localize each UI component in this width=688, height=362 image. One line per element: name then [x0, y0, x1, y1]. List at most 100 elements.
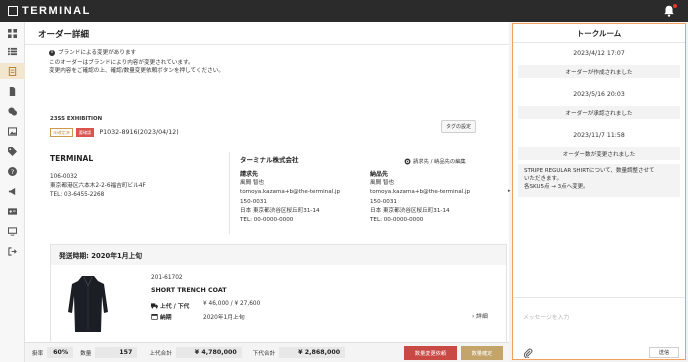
calendar-icon: [151, 314, 158, 320]
shipping-postal: 150-0031: [370, 198, 397, 205]
upper-total-label: 上代合計: [149, 350, 172, 357]
billing-tel: TEL: 00-0000-0000: [240, 217, 294, 224]
chat-message: STRIPE REGULAR SHIRTについて、数量調整させて いただきます。…: [518, 164, 680, 197]
billing-postal: 150-0031: [240, 198, 267, 205]
document-icon[interactable]: [7, 86, 18, 97]
change-notice: i ブランドによる変更があります このオーダーはブランドにより内容が変更されてい…: [49, 48, 224, 76]
delivery-value: 2020年1月上旬: [203, 315, 245, 321]
price-value: ¥ 46,000 / ¥ 27,600: [203, 301, 261, 307]
product-sku: 201-61702: [151, 275, 183, 281]
brand-name: TERMINAL: [50, 154, 94, 163]
logo[interactable]: TERMINAL: [8, 5, 91, 17]
chat-message-line: STRIPE REGULAR SHIRTについて、数量調整させて: [524, 168, 655, 174]
list-icon[interactable]: [7, 46, 18, 57]
chat-message-line: いただきます。: [524, 176, 562, 182]
logo-text: TERMINAL: [22, 5, 91, 17]
order-icon[interactable]: [0, 63, 25, 79]
tag-settings-button[interactable]: タグの設定: [441, 120, 477, 133]
grid-icon[interactable]: [7, 28, 18, 39]
brand-street: 東京都港区六本木2-2-6福吉町ビル4F: [50, 183, 146, 189]
billing-street: 日本 東京都渋谷区桜丘町31-14: [240, 207, 320, 214]
talk-room-panel: トークルーム 2023/4/12 17:07 オーダーが作成されました 2023…: [512, 23, 686, 360]
shipment-header: 発送時期: 2020年1月上旬: [51, 245, 506, 265]
exhibition-name: 23SS EXHIBITION: [50, 116, 103, 122]
collapse-arrow-icon[interactable]: ▸: [508, 188, 511, 194]
svg-text:?: ?: [11, 169, 14, 176]
status-badge-unconfirmed: 未確定済: [50, 128, 73, 137]
event-message: オーダー数が変更されました: [518, 147, 680, 160]
brand-tel: TEL: 03-6455-2268: [50, 192, 105, 198]
shipping-email: tomoya.kazama+b@the-terminal.jp: [370, 189, 471, 196]
event-timestamp: 2023/4/12 17:07: [573, 50, 625, 57]
event-timestamp: 2023/11/7 11:58: [573, 132, 625, 139]
qty-value: 157: [95, 347, 138, 358]
divider: [25, 44, 509, 45]
message-input[interactable]: メッセージを入力: [523, 312, 569, 321]
detail-link-label: 詳細: [476, 314, 488, 320]
order-summary-bar: 掛率 60% 数量 157 上代合計 ¥ 4,780,000 下代合計 ¥ 2,…: [25, 342, 509, 362]
shipping-heading: 納品先: [370, 171, 389, 178]
info-icon: i: [49, 50, 55, 56]
page-title: オーダー詳細: [38, 30, 90, 40]
help-icon[interactable]: ?: [7, 166, 18, 177]
megaphone-icon[interactable]: [7, 186, 18, 197]
brand-address: 106-0032 東京都港区六本木2-2-6福吉町ビル4F TEL: 03-64…: [50, 173, 146, 200]
lower-total-value: ¥ 2,868,000: [279, 347, 346, 358]
price-label: 上代 / 下代: [151, 301, 189, 310]
edit-address-label: 請求先 / 納品先の編集: [413, 159, 466, 165]
lower-total-label: 下代合計: [252, 350, 276, 357]
delivery-label: 納期: [151, 312, 172, 321]
qty-label: 数量: [80, 350, 92, 357]
gear-icon: [404, 158, 411, 164]
truck-icon: [151, 303, 158, 309]
event-message: オーダーが作成されました: [518, 65, 680, 78]
notification-dot: [673, 4, 677, 8]
delivery-label-text: 納期: [160, 315, 172, 321]
brand-postal: 106-0032: [50, 174, 78, 180]
shipping-address: 納品先 風間 智也 tomoya.kazama+b@the-terminal.j…: [370, 170, 470, 225]
upper-total-value: ¥ 4,780,000: [175, 347, 242, 358]
buyer-company: ターミナル株式会社: [240, 156, 299, 164]
shipping-name: 風間 智也: [370, 180, 395, 187]
event-timestamp: 2023/5/16 20:03: [573, 91, 625, 98]
divider: [513, 42, 685, 43]
monitor-icon[interactable]: [7, 226, 18, 237]
order-badges: 未確定済 要確認 P1032-8916(2023/04/12): [50, 128, 179, 137]
id-card-icon[interactable]: [7, 206, 18, 217]
rate-value: 60%: [47, 347, 74, 358]
image-icon[interactable]: [7, 126, 18, 137]
price-label-text: 上代 / 下代: [160, 304, 190, 310]
logo-mark-icon: [8, 6, 18, 16]
order-detail-panel: オーダー詳細 i ブランドによる変更があります このオーダーはブランドにより内容…: [25, 22, 509, 362]
sidebar: ?: [0, 22, 25, 362]
product-name: SHORT TRENCH COAT: [151, 287, 227, 294]
quantity-change-request-button[interactable]: 数量変更依頼: [404, 346, 457, 360]
billing-heading: 請求先: [240, 171, 259, 178]
top-bar: TERMINAL: [0, 0, 688, 22]
paperclip-icon[interactable]: [523, 348, 533, 358]
chat-icon[interactable]: [7, 106, 18, 117]
send-button[interactable]: 送信: [649, 347, 679, 358]
divider: [229, 152, 230, 234]
billing-email: tomoya.kazama+b@the-terminal.jp: [240, 189, 341, 196]
message-composer: メッセージを入力 送信: [513, 297, 685, 359]
chat-message-line: 各SKU5点 → 3点へ変更。: [524, 184, 589, 190]
detail-link[interactable]: › 詳細: [472, 311, 488, 320]
product-image[interactable]: [62, 272, 114, 338]
chevron-right-icon: ›: [472, 314, 475, 320]
status-badge-changed: 要確認: [75, 128, 95, 137]
shipping-tel: TEL: 00-0000-0000: [370, 217, 424, 224]
notice-heading: ブランドによる変更があります: [58, 50, 137, 56]
event-message: オーダーが承認されました: [518, 106, 680, 119]
billing-name: 風間 智也: [240, 180, 265, 187]
shipping-street: 日本 東京都渋谷区桜丘町31-14: [370, 207, 450, 214]
tag-icon[interactable]: [7, 146, 18, 157]
notice-line-2: 変更内容をご確認の上、確認/数量変更依頼ボタンを押してください。: [49, 68, 224, 74]
logout-icon[interactable]: [7, 246, 18, 257]
talk-room-title: トークルーム: [576, 29, 622, 38]
po-number: P1032-8916(2023/04/12): [99, 129, 179, 136]
quantity-confirm-button[interactable]: 数量確定: [461, 346, 503, 360]
rate-label: 掛率: [32, 350, 44, 357]
billing-address: 請求先 風間 智也 tomoya.kazama+b@the-terminal.j…: [240, 170, 340, 225]
edit-address-link[interactable]: 請求先 / 納品先の編集: [404, 157, 466, 165]
